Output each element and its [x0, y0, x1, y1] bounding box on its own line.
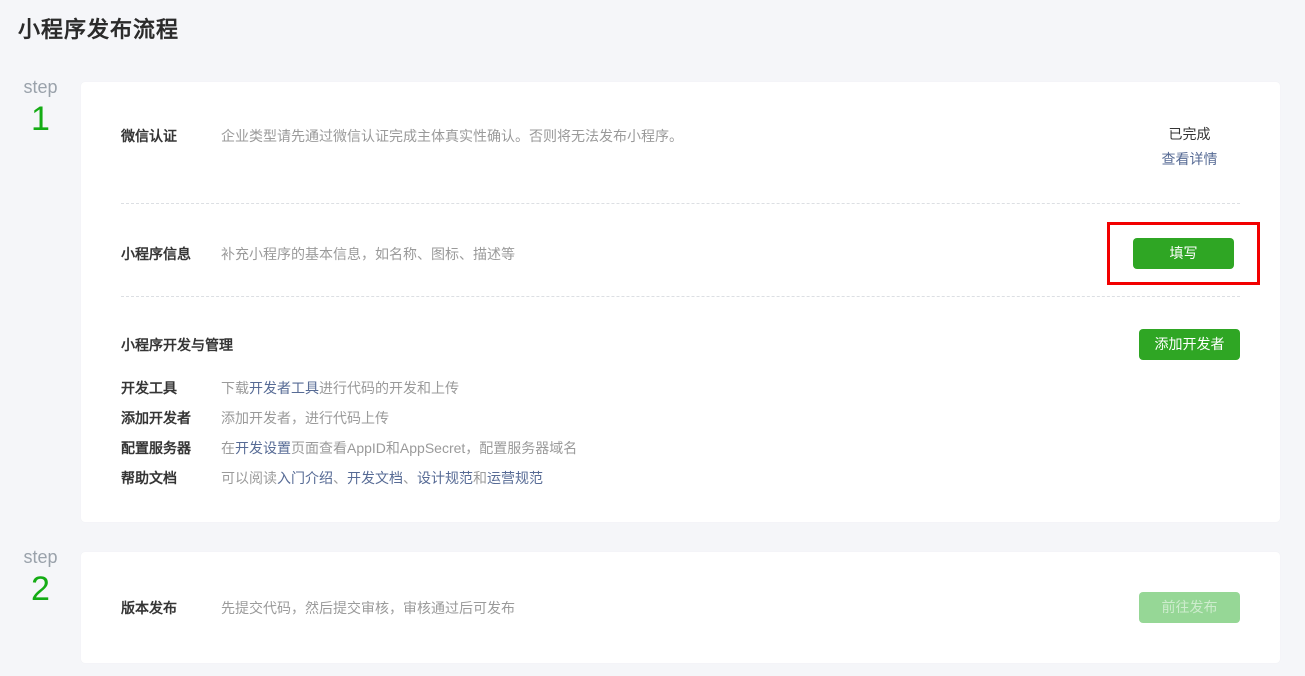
help-doc-desc-seg: 、	[403, 470, 417, 486]
dev-manage-action-area: 添加开发者	[1139, 329, 1240, 360]
config-server-desc-seg: 页面查看AppID和AppSecret，配置服务器域名	[291, 440, 577, 456]
help-doc-desc-seg: 和	[473, 470, 487, 486]
intro-guide-link[interactable]: 入门介绍	[277, 470, 333, 486]
fill-button[interactable]: 填写	[1133, 238, 1234, 269]
release-label: 版本发布	[121, 598, 221, 618]
page-title: 小程序发布流程	[18, 12, 1305, 44]
config-server-row: 配置服务器 在开发设置页面查看AppID和AppSecret，配置服务器域名	[81, 433, 1280, 463]
dev-docs-link[interactable]: 开发文档	[347, 470, 403, 486]
add-dev-label: 添加开发者	[121, 408, 221, 428]
mp-info-label: 小程序信息	[121, 244, 221, 264]
go-publish-button[interactable]: 前往发布	[1139, 592, 1240, 623]
design-spec-link[interactable]: 设计规范	[417, 470, 473, 486]
mp-info-row: 小程序信息 补充小程序的基本信息，如名称、图标、描述等 填写	[81, 204, 1280, 296]
config-server-desc: 在开发设置页面查看AppID和AppSecret，配置服务器域名	[221, 438, 1240, 458]
wechat-verify-row: 微信认证 企业类型请先通过微信认证完成主体真实性确认。否则将无法发布小程序。 已…	[81, 82, 1280, 169]
step1-label: step	[0, 76, 81, 98]
help-doc-row: 帮助文档 可以阅读入门介绍、开发文档、设计规范和运营规范	[81, 463, 1280, 493]
help-doc-desc-seg: 、	[333, 470, 347, 486]
config-server-label: 配置服务器	[121, 438, 221, 458]
dashed-divider	[121, 296, 1240, 297]
mp-info-desc: 补充小程序的基本信息，如名称、图标、描述等	[221, 244, 1107, 264]
highlight-box: 填写	[1107, 222, 1260, 285]
dev-tool-desc-seg: 进行代码的开发和上传	[319, 380, 459, 396]
step1-indicator: step 1	[0, 76, 81, 138]
release-row: 版本发布 先提交代码，然后提交审核，审核通过后可发布 前往发布	[81, 592, 1280, 623]
add-dev-row: 添加开发者 添加开发者，进行代码上传	[81, 403, 1280, 433]
step2-card: 版本发布 先提交代码，然后提交审核，审核通过后可发布 前往发布	[81, 552, 1280, 663]
operation-spec-link[interactable]: 运营规范	[487, 470, 543, 486]
release-action-area: 前往发布	[1139, 592, 1240, 623]
status-completed-text: 已完成	[1139, 126, 1240, 142]
step1-block: step 1 微信认证 企业类型请先通过微信认证完成主体真实性确认。否则将无法发…	[0, 82, 1305, 522]
help-doc-desc-seg: 可以阅读	[221, 470, 277, 486]
view-details-link[interactable]: 查看详情	[1162, 149, 1218, 169]
step1-number: 1	[0, 100, 81, 138]
dev-tool-label: 开发工具	[121, 378, 221, 398]
dev-tool-desc-seg: 下载	[221, 380, 249, 396]
dev-tools-link[interactable]: 开发者工具	[249, 380, 319, 396]
wechat-verify-desc: 企业类型请先通过微信认证完成主体真实性确认。否则将无法发布小程序。	[221, 126, 1139, 169]
help-doc-desc: 可以阅读入门介绍、开发文档、设计规范和运营规范	[221, 468, 1240, 488]
add-dev-desc: 添加开发者，进行代码上传	[221, 408, 1240, 428]
dev-tool-row: 开发工具 下载开发者工具进行代码的开发和上传	[81, 373, 1280, 403]
help-doc-label: 帮助文档	[121, 468, 221, 488]
step2-label: step	[0, 546, 81, 568]
release-desc: 先提交代码，然后提交审核，审核通过后可发布	[221, 598, 1139, 618]
dev-tool-desc: 下载开发者工具进行代码的开发和上传	[221, 378, 1240, 398]
config-server-desc-seg: 在	[221, 440, 235, 456]
dev-manage-sub-rows: 开发工具 下载开发者工具进行代码的开发和上传 添加开发者 添加开发者，进行代码上…	[81, 373, 1280, 493]
wechat-verify-label: 微信认证	[121, 126, 221, 169]
dev-manage-header: 小程序开发与管理	[121, 335, 233, 355]
dev-settings-link[interactable]: 开发设置	[235, 440, 291, 456]
add-developer-button[interactable]: 添加开发者	[1139, 329, 1240, 360]
step2-block: step 2 版本发布 先提交代码，然后提交审核，审核通过后可发布 前往发布	[0, 552, 1305, 663]
step1-card: 微信认证 企业类型请先通过微信认证完成主体真实性确认。否则将无法发布小程序。 已…	[81, 82, 1280, 522]
wechat-verify-status-area: 已完成 查看详情	[1139, 126, 1240, 169]
step2-number: 2	[0, 570, 81, 608]
dev-manage-header-row: 小程序开发与管理 添加开发者	[81, 329, 1280, 360]
step2-indicator: step 2	[0, 546, 81, 608]
